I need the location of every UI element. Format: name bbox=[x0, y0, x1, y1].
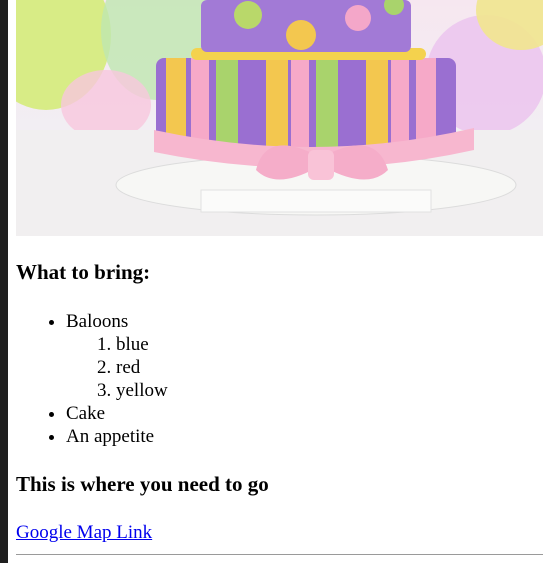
balloon-left-pink bbox=[61, 70, 151, 140]
list-item-label: Baloons bbox=[66, 311, 129, 332]
bow-knot bbox=[308, 150, 334, 180]
baloon-colors-list: blue red yellow bbox=[66, 333, 168, 402]
window-left-edge bbox=[0, 0, 8, 563]
list-item-appetite: An appetite bbox=[66, 425, 168, 448]
list-item-baloons: Baloons blue red yellow bbox=[66, 310, 168, 402]
sub-item-yellow: yellow bbox=[116, 379, 168, 402]
list-item-cake: Cake bbox=[66, 402, 168, 425]
where-to-go-heading: This is where you need to go bbox=[16, 472, 269, 496]
cake-dot bbox=[234, 1, 262, 29]
cake-illustration bbox=[16, 0, 543, 236]
page-content: What to bring: Baloons blue red yellow C… bbox=[16, 0, 543, 555]
google-map-link[interactable]: Google Map Link bbox=[16, 521, 152, 545]
bring-list: Baloons blue red yellow Cake An appetite bbox=[16, 310, 168, 448]
sub-item-red: red bbox=[116, 356, 168, 379]
cake-image bbox=[16, 0, 543, 236]
plate-base bbox=[200, 189, 432, 213]
what-to-bring-heading: What to bring: bbox=[16, 260, 151, 284]
horizontal-rule bbox=[16, 554, 543, 555]
sub-item-blue: blue bbox=[116, 333, 168, 356]
cake-dot bbox=[345, 5, 371, 31]
cake-dot bbox=[286, 20, 316, 50]
